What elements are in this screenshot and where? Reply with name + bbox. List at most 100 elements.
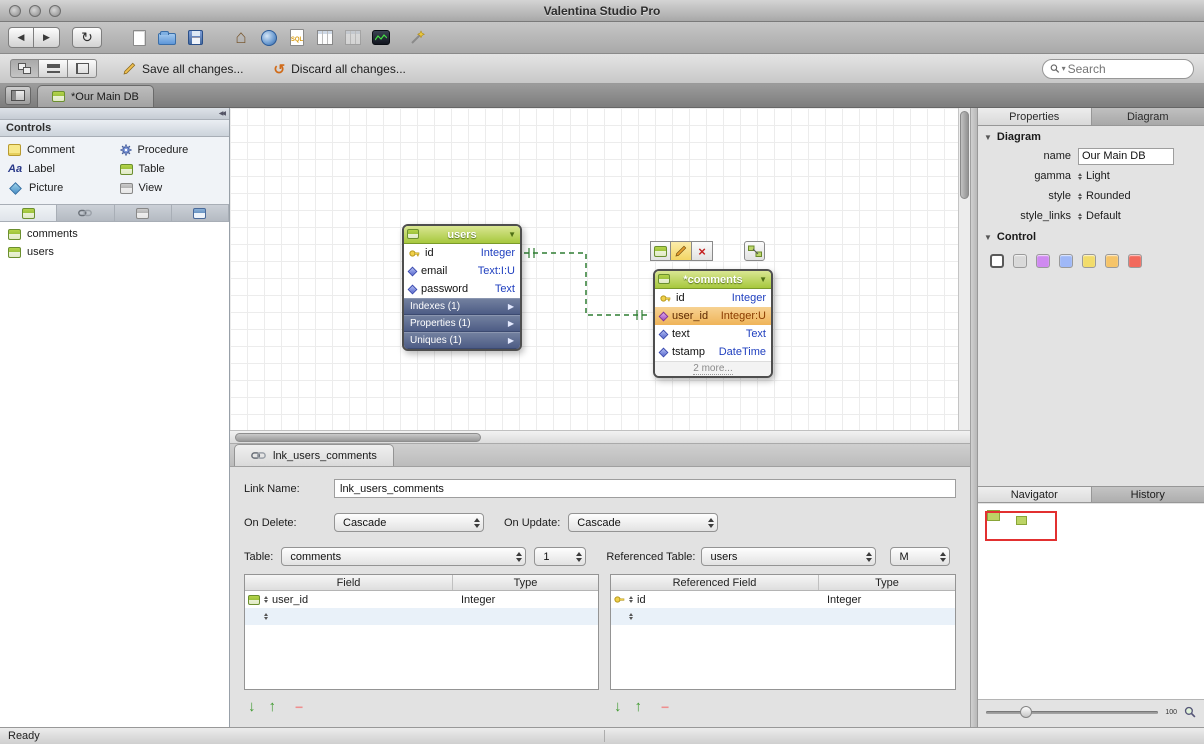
color-swatch-blue[interactable]	[1059, 254, 1073, 268]
tab-procedures[interactable]	[172, 205, 229, 221]
row-stepper-icon[interactable]	[264, 613, 268, 620]
zoom-slider-thumb[interactable]	[1020, 705, 1033, 718]
search-input[interactable]	[1067, 61, 1186, 76]
document-tab[interactable]: *Our Main DB	[37, 85, 154, 107]
control-section-header[interactable]: ▼ Control	[978, 226, 1204, 246]
field-row-id[interactable]: id Integer	[655, 289, 771, 307]
minimize-window-button[interactable]	[29, 5, 41, 17]
tab-links[interactable]	[57, 205, 115, 221]
zoom-slider[interactable]	[986, 705, 1159, 718]
tab-navigator[interactable]: Navigator	[978, 487, 1092, 502]
table-row[interactable]: user_id Integer	[245, 591, 598, 608]
list-item-users[interactable]: users	[0, 243, 229, 261]
control-comment[interactable]: Comment	[4, 142, 116, 158]
search-field[interactable]: ▾	[1042, 58, 1194, 79]
diagram-wizard-button[interactable]	[406, 26, 428, 50]
back-button[interactable]: ◀	[8, 27, 34, 48]
referenced-cardinality-dropdown[interactable]: M	[890, 547, 951, 566]
list-item-comments[interactable]: comments	[0, 225, 229, 243]
panel-toggle-button[interactable]	[5, 86, 31, 105]
tab-tables[interactable]	[0, 205, 58, 221]
color-swatch-yellow[interactable]	[1082, 254, 1096, 268]
refresh-button[interactable]: ↻	[72, 27, 102, 48]
diagram-name-input[interactable]	[1078, 147, 1174, 165]
property-row-style[interactable]: style Rounded	[978, 186, 1204, 206]
field-row-tstamp[interactable]: tstamp DateTime	[655, 343, 771, 361]
property-row-gamma[interactable]: gamma Light	[978, 166, 1204, 186]
entity-users-header[interactable]: users ▼	[404, 226, 520, 244]
row-stepper-icon[interactable]	[629, 596, 633, 603]
field-row-email[interactable]: email Text:I:U	[404, 262, 520, 280]
zoom-window-button[interactable]	[49, 5, 61, 17]
list-view-button[interactable]	[39, 59, 68, 78]
table-cardinality-dropdown[interactable]: 1	[534, 547, 587, 566]
navigator-minimap[interactable]	[978, 504, 1204, 700]
remove-field-button[interactable]: −	[661, 700, 669, 714]
canvas-horizontal-scrollbar[interactable]	[230, 430, 970, 444]
column-header[interactable]: Referenced Field	[611, 575, 819, 590]
scrollbar-thumb[interactable]	[235, 433, 481, 442]
move-up-button[interactable]: ↑	[269, 699, 277, 714]
forward-button[interactable]: ▶	[34, 27, 60, 48]
control-table[interactable]: Table	[116, 161, 228, 177]
delete-table-button[interactable]: ×	[692, 241, 713, 261]
diagram-section-header[interactable]: ▼ Diagram	[978, 126, 1204, 146]
table-editor-button[interactable]	[314, 26, 336, 50]
diagram-view-button[interactable]	[10, 59, 39, 78]
server-monitor-button[interactable]	[370, 26, 392, 50]
field-row-user-id-selected[interactable]: user_id Integer:U	[655, 307, 771, 325]
tab-properties[interactable]: Properties	[978, 108, 1092, 125]
sql-editor-button[interactable]: SQL	[286, 26, 308, 50]
table-row-empty[interactable]	[611, 608, 955, 625]
add-table-button[interactable]	[650, 241, 671, 261]
entity-users[interactable]: users ▼ id Integer email Text:I:U passwo…	[402, 224, 522, 351]
field-row-id[interactable]: id Integer	[404, 244, 520, 262]
color-swatch-white[interactable]	[990, 254, 1004, 268]
scrollbar-thumb[interactable]	[960, 111, 969, 199]
edit-table-button[interactable]	[671, 241, 692, 261]
referenced-table-dropdown[interactable]: users	[701, 547, 877, 566]
new-document-button[interactable]	[128, 26, 150, 50]
search-options-caret-icon[interactable]: ▾	[1062, 64, 1066, 73]
field-row-password[interactable]: password Text	[404, 280, 520, 298]
link-name-input[interactable]	[334, 479, 956, 498]
create-link-button[interactable]	[744, 241, 765, 261]
more-fields-link[interactable]: 2 more...	[655, 361, 771, 376]
color-swatch-gray[interactable]	[1013, 254, 1027, 268]
save-button[interactable]	[184, 26, 206, 50]
entity-menu-icon[interactable]: ▼	[508, 230, 516, 239]
row-stepper-icon[interactable]	[629, 613, 633, 620]
minimap-viewport-rect[interactable]	[985, 511, 1057, 541]
remove-field-button[interactable]: −	[295, 700, 303, 714]
control-label[interactable]: Aa Label	[4, 161, 116, 177]
control-view[interactable]: View	[116, 180, 228, 196]
move-down-button[interactable]: ↓	[248, 699, 256, 714]
disclosure-triangle-icon[interactable]: ▼	[984, 233, 992, 242]
color-swatch-red[interactable]	[1128, 254, 1142, 268]
uniques-section[interactable]: Uniques (1) ▶	[404, 332, 520, 349]
field-row-text[interactable]: text Text	[655, 325, 771, 343]
canvas-vertical-scrollbar[interactable]	[958, 108, 970, 430]
column-header[interactable]: Type	[453, 575, 598, 590]
properties-section[interactable]: Properties (1) ▶	[404, 315, 520, 332]
table-row[interactable]: id Integer	[611, 591, 955, 608]
on-delete-dropdown[interactable]: Cascade	[334, 513, 484, 532]
table-row-empty[interactable]	[245, 608, 598, 625]
save-all-button[interactable]: Save all changes...	[123, 62, 243, 76]
control-procedure[interactable]: Procedure	[116, 142, 228, 158]
tab-diagram[interactable]: Diagram	[1091, 108, 1204, 125]
entity-menu-icon[interactable]: ▼	[759, 275, 767, 284]
entity-comments-header[interactable]: *comments ▼	[655, 271, 771, 289]
collapse-sidebar-icon[interactable]: ◀◀	[219, 110, 226, 117]
color-swatch-purple[interactable]	[1036, 254, 1050, 268]
open-button[interactable]	[156, 26, 178, 50]
control-picture[interactable]: Picture	[4, 180, 116, 196]
discard-all-button[interactable]: ↺ Discard all changes...	[273, 62, 405, 76]
tab-views[interactable]	[115, 205, 172, 221]
indexes-section[interactable]: Indexes (1) ▶	[404, 298, 520, 315]
column-header[interactable]: Field	[245, 575, 453, 590]
panel-splitter[interactable]	[970, 108, 978, 727]
home-button[interactable]: ⌂	[230, 26, 252, 50]
property-row-style-links[interactable]: style_links Default	[978, 206, 1204, 226]
column-view-button[interactable]	[68, 59, 97, 78]
